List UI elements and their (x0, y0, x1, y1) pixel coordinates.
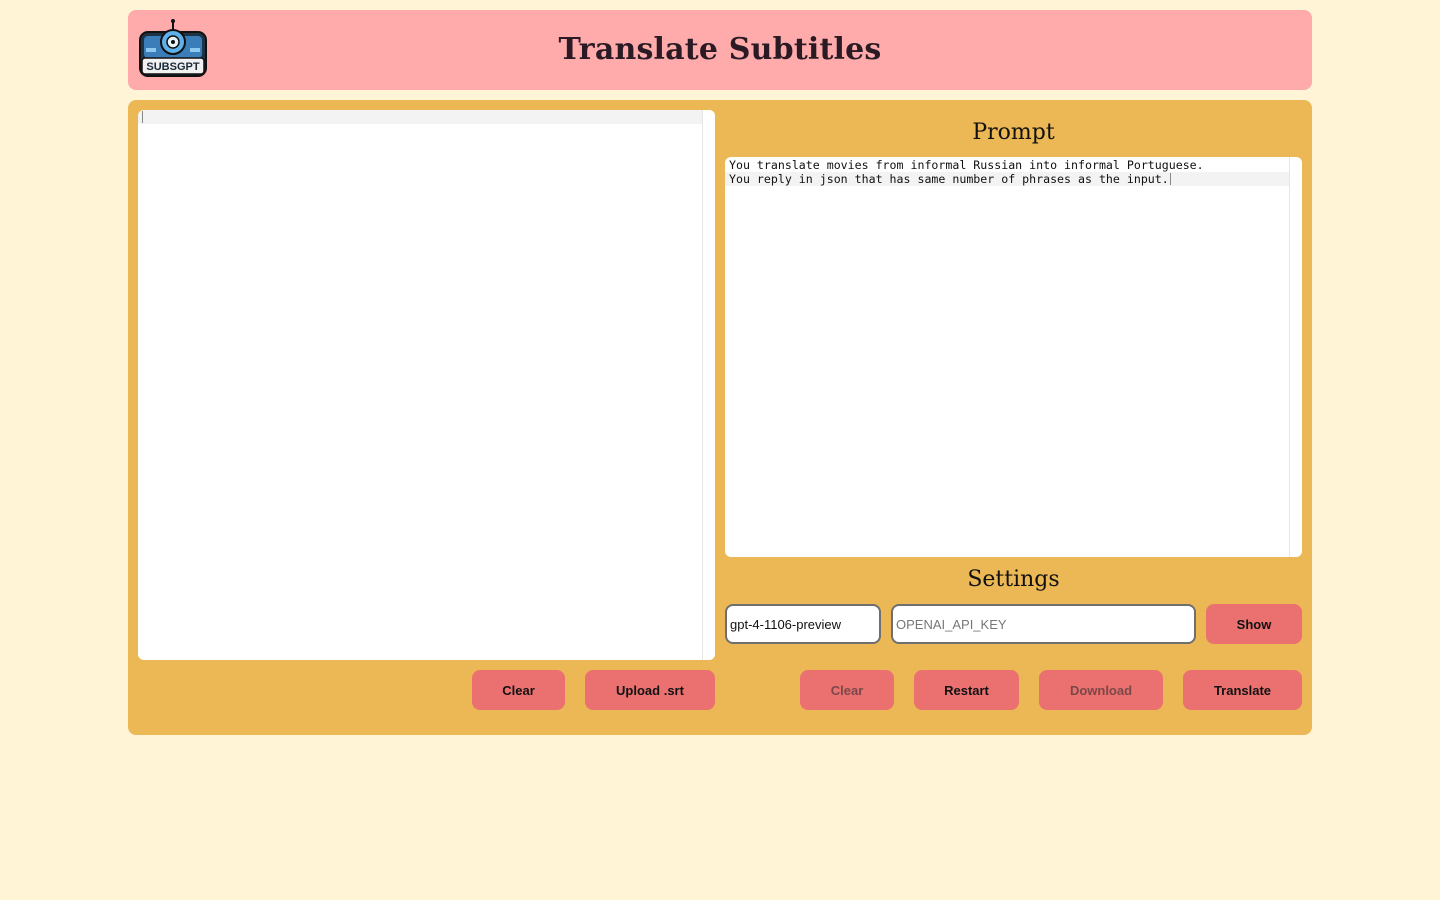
main-panel: Prompt You translate movies from informa… (128, 100, 1312, 735)
upload-srt-button[interactable]: Upload .srt (585, 670, 715, 710)
prompt-line: You translate movies from informal Russi… (729, 158, 1204, 172)
app-header: SUBSGPT Translate Subtitles (128, 10, 1312, 90)
model-input[interactable] (725, 604, 881, 644)
prompt-editor-scrollbar[interactable] (1289, 157, 1302, 557)
api-key-input[interactable] (891, 604, 1196, 644)
settings-heading: Settings (967, 567, 1060, 592)
prompt-line: You reply in json that has same number o… (729, 172, 1169, 186)
active-line-highlight (138, 110, 715, 124)
prompt-heading: Prompt (972, 120, 1055, 145)
subtitle-source-editor[interactable] (138, 110, 715, 660)
prompt-editor-content: You translate movies from informal Russi… (729, 158, 1204, 186)
page-title: Translate Subtitles (558, 32, 882, 67)
clear-translation-button[interactable]: Clear (800, 670, 894, 710)
clear-source-button[interactable]: Clear (472, 670, 565, 710)
show-key-button[interactable]: Show (1206, 604, 1302, 644)
translate-button[interactable]: Translate (1183, 670, 1302, 710)
restart-button[interactable]: Restart (914, 670, 1019, 710)
source-editor-scrollbar[interactable] (702, 110, 715, 660)
text-caret (1170, 173, 1171, 185)
text-caret (142, 111, 143, 123)
prompt-editor[interactable]: You translate movies from informal Russi… (725, 157, 1302, 557)
download-button[interactable]: Download (1039, 670, 1163, 710)
